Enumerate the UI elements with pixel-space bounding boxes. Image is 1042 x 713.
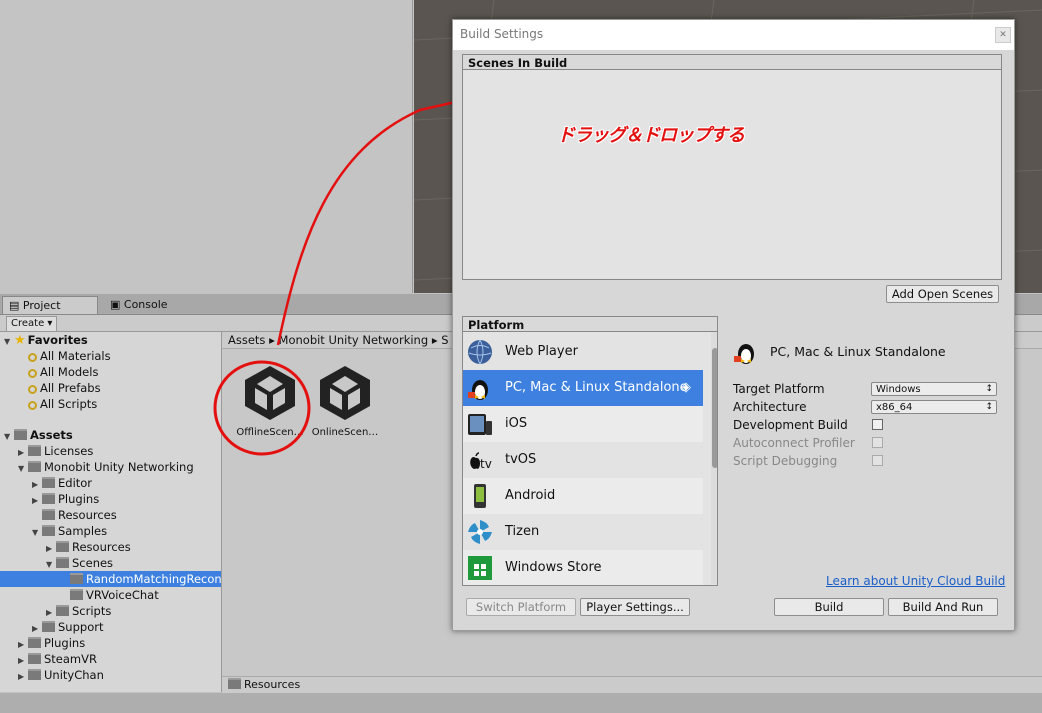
target-platform-label: Target Platform: [733, 382, 825, 396]
target-platform-dropdown[interactable]: Windows: [871, 382, 997, 396]
build-button[interactable]: Build: [774, 598, 884, 616]
selected-platform-title: PC, Mac & Linux Standalone: [770, 344, 946, 359]
scenes-in-build-header: Scenes In Build: [462, 54, 1002, 70]
player-settings-button[interactable]: Player Settings...: [580, 598, 690, 616]
development-build-label: Development Build: [733, 418, 848, 432]
architecture-label: Architecture: [733, 400, 807, 414]
apple-tv-icon: tv: [470, 452, 492, 471]
highlight-circle: [213, 360, 311, 456]
platform-label: Windows Store: [505, 560, 602, 575]
platform-label: Android: [505, 488, 556, 503]
platform-list: Web Player PC, Mac & Linux Standalone ◈ …: [462, 332, 718, 586]
android-phone-icon: [474, 484, 486, 508]
platform-header: Platform: [462, 316, 718, 332]
autoconnect-profiler-label: Autoconnect Profiler: [733, 436, 855, 450]
script-debugging-checkbox[interactable]: [872, 455, 883, 466]
cloud-build-link[interactable]: Learn about Unity Cloud Build: [826, 574, 1005, 588]
scrollbar-thumb[interactable]: [712, 348, 717, 468]
platform-label: Tizen: [505, 524, 540, 539]
platform-item-tvos[interactable]: tv tvOS: [463, 442, 703, 478]
build-and-run-button[interactable]: Build And Run: [888, 598, 998, 616]
script-debugging-label: Script Debugging: [733, 454, 838, 468]
platform-label: tvOS: [505, 452, 537, 467]
platform-label: PC, Mac & Linux Standalone: [505, 380, 688, 395]
globe-icon: [468, 339, 492, 365]
platform-item-android[interactable]: Android: [463, 478, 703, 514]
linux-penguin-icon: [734, 344, 754, 364]
svg-text:tv: tv: [480, 457, 492, 471]
switch-platform-button[interactable]: Switch Platform: [466, 598, 576, 616]
platform-label: iOS: [505, 416, 528, 431]
platform-item-standalone[interactable]: PC, Mac & Linux Standalone ◈: [463, 370, 703, 406]
platform-item-tizen[interactable]: Tizen: [463, 514, 703, 550]
close-icon[interactable]: ✕: [995, 27, 1011, 43]
architecture-dropdown[interactable]: x86_64: [871, 400, 997, 414]
build-settings-dialog: Build Settings ✕ Scenes In Build ドラッグ＆ドロ…: [452, 19, 1015, 631]
platform-item-ios[interactable]: iOS: [463, 406, 703, 442]
unity-active-icon: ◈: [681, 380, 691, 395]
windows-store-icon: [468, 556, 492, 580]
autoconnect-profiler-checkbox[interactable]: [872, 437, 883, 448]
platform-label: Web Player: [505, 344, 578, 359]
dialog-titlebar[interactable]: Build Settings ✕: [453, 20, 1014, 50]
platform-item-windows-store[interactable]: Windows Store: [463, 550, 703, 585]
development-build-checkbox[interactable]: [872, 419, 883, 430]
linux-penguin-icon: [468, 380, 488, 400]
ios-device-icon: [468, 414, 492, 435]
platform-item-web-player[interactable]: Web Player: [463, 334, 703, 370]
add-open-scenes-button[interactable]: Add Open Scenes: [886, 285, 999, 303]
tizen-icon: [468, 520, 492, 544]
scenes-in-build-list[interactable]: [462, 70, 1002, 280]
dialog-title: Build Settings: [460, 27, 544, 41]
drag-drop-annotation: ドラッグ＆ドロップする: [557, 125, 745, 146]
